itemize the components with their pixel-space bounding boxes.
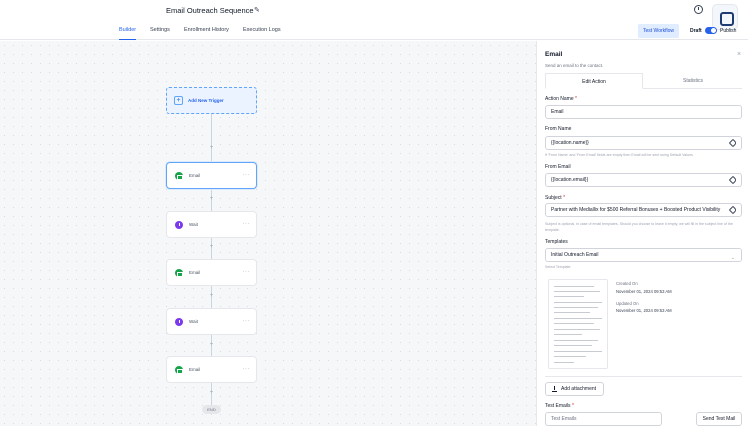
upload-icon — [552, 386, 557, 392]
tab-builder[interactable]: Builder — [119, 27, 137, 40]
test-emails-label: Test Emails * — [545, 403, 574, 409]
add-attachment-button[interactable]: Add attachment — [545, 382, 604, 396]
subject-input[interactable]: Partner with Mediallix for $500 Referral… — [545, 203, 742, 217]
from-name-label: From Name — [545, 126, 572, 132]
email-icon — [175, 366, 183, 374]
workflow-title[interactable]: Email Outreach Sequence — [166, 6, 254, 15]
test-workflow-button[interactable]: Test Workflow — [638, 24, 680, 38]
template-select[interactable]: Initial Outreach Email ⌄ — [545, 248, 742, 262]
more-icon[interactable]: ··· — [243, 366, 251, 372]
tab-execution-logs[interactable]: Execution Logs — [243, 27, 281, 33]
action-name-input[interactable]: Email — [545, 105, 742, 119]
node-label: Email — [189, 173, 201, 178]
tab-settings[interactable]: Settings — [150, 27, 170, 33]
node-label: Email — [189, 270, 201, 275]
wait-icon — [175, 318, 183, 326]
add-step-button[interactable]: + — [208, 244, 215, 251]
publish-label: Publish — [720, 28, 737, 34]
test-emails-input[interactable]: Test Emails — [545, 412, 662, 426]
connector-line — [211, 114, 212, 163]
node-label: Email — [189, 367, 201, 372]
wait-icon — [175, 221, 183, 229]
more-icon[interactable]: ··· — [243, 221, 251, 227]
clock-icon[interactable] — [694, 5, 703, 14]
updated-on-label: Updated On — [616, 301, 639, 306]
updated-on-value: November 01, 2024 09:53 AM — [616, 308, 672, 313]
panel-title: Email — [545, 51, 563, 58]
from-email-input[interactable]: {{location.email}} — [545, 173, 742, 187]
workflow-node-email[interactable]: Email ··· — [166, 356, 257, 383]
tab-enrollment-history[interactable]: Enrollment History — [184, 27, 229, 33]
from-name-input[interactable]: {{location.name}} — [545, 136, 742, 150]
subject-label: Subject * — [545, 195, 566, 201]
divider — [545, 376, 742, 377]
plus-icon: + — [174, 96, 183, 105]
add-step-button[interactable]: + — [208, 293, 215, 300]
more-icon[interactable]: ··· — [243, 318, 251, 324]
workflow-node-email[interactable]: Email ··· — [166, 259, 257, 286]
publish-toggle[interactable] — [705, 27, 717, 34]
created-on-value: November 01, 2024 09:53 AM — [616, 289, 672, 294]
node-label: Wait — [189, 319, 198, 324]
add-trigger-card[interactable]: + Add New Trigger — [166, 87, 257, 114]
end-marker: END — [202, 405, 221, 414]
trigger-label: Add New Trigger — [188, 98, 224, 103]
close-icon[interactable]: × — [737, 51, 741, 58]
tab-edit-action[interactable]: Edit Action — [545, 73, 643, 89]
more-icon[interactable]: ··· — [243, 269, 251, 275]
panel-description: Send an email to the contact. — [545, 63, 604, 68]
workflow-canvas[interactable] — [0, 41, 536, 426]
node-label: Wait — [189, 222, 198, 227]
workflow-node-email[interactable]: Email ··· — [166, 162, 257, 189]
more-icon[interactable]: ··· — [243, 172, 251, 178]
add-step-button[interactable]: + — [208, 196, 215, 203]
send-test-mail-button[interactable]: Send Test Mail — [696, 412, 742, 426]
tag-icon[interactable] — [728, 205, 738, 215]
template-hint: Select Template — [545, 265, 571, 269]
top-bar: Email Outreach Sequence ✎ — [0, 0, 748, 30]
tag-icon[interactable] — [728, 175, 738, 185]
tab-bar: Builder Settings Enrollment History Exec… — [0, 22, 748, 40]
action-panel: Email × Send an email to the contact. Ed… — [536, 41, 748, 426]
tab-statistics[interactable]: Statistics — [644, 73, 742, 89]
tag-icon[interactable] — [728, 138, 738, 148]
created-on-label: Created On — [616, 281, 638, 286]
template-preview[interactable] — [548, 279, 608, 369]
workflow-node-wait[interactable]: Wait ··· — [166, 308, 257, 335]
action-name-label: Action Name * — [545, 96, 577, 102]
templates-label: Templates — [545, 239, 568, 245]
workflow-node-wait[interactable]: Wait ··· — [166, 211, 257, 238]
chevron-down-icon: ⌄ — [730, 255, 735, 261]
from-name-hint: If 'From Name' and 'From Email' fields a… — [545, 153, 693, 157]
email-icon — [175, 172, 183, 180]
add-step-button[interactable]: + — [208, 145, 215, 152]
pencil-icon[interactable]: ✎ — [254, 6, 260, 14]
from-email-label: From Email — [545, 164, 571, 170]
email-icon — [175, 269, 183, 277]
add-step-button[interactable]: + — [208, 390, 215, 397]
panel-tabs: Edit Action Statistics — [545, 73, 742, 89]
add-step-button[interactable]: + — [208, 342, 215, 349]
subject-hint: Subject is optional, in case of email te… — [545, 222, 733, 232]
draft-label: Draft — [690, 28, 702, 34]
